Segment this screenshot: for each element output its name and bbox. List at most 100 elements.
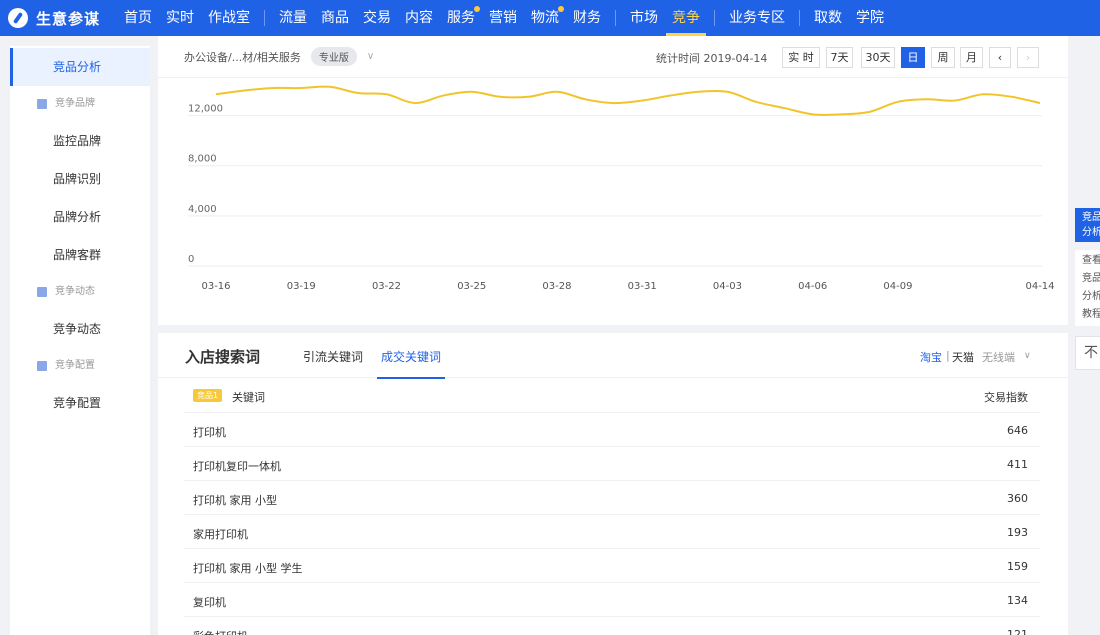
prev-arrow-icon[interactable]: ‹	[989, 47, 1011, 68]
y-axis: 0 4,000 8,000 12,000	[188, 104, 223, 265]
nav-divider	[714, 10, 715, 26]
keyword-text: 打印机复印一体机	[193, 460, 281, 473]
tab-deal-keywords[interactable]: 成交关键词	[376, 348, 446, 379]
building-icon	[37, 361, 47, 371]
trade-index-value: 411	[1007, 458, 1028, 471]
nav-divider	[264, 10, 265, 26]
nav-trade[interactable]: 交易	[363, 0, 391, 36]
trade-index-value: 121	[1007, 628, 1028, 635]
app-logo[interactable]: 生意参谋	[0, 8, 124, 29]
col-trade-index[interactable]: 交易指数	[984, 389, 1028, 405]
keywords-table-header: 竞品1 关键词 交易指数	[184, 379, 1040, 413]
trade-index-value: 360	[1007, 492, 1028, 505]
platform-taobao[interactable]: 淘宝	[920, 349, 942, 365]
sidebar-group-label: 竞争配置	[55, 360, 95, 371]
nav-service[interactable]: 服务	[447, 0, 480, 36]
nav-realtime[interactable]: 实时	[166, 0, 194, 36]
x-tick-label: 04-03	[713, 281, 742, 292]
nav-academy[interactable]: 学院	[856, 0, 884, 36]
nav-product[interactable]: 商品	[321, 0, 349, 36]
table-row[interactable]: 打印机复印一体机 411	[184, 447, 1040, 481]
time-btn-week[interactable]: 周	[931, 47, 955, 68]
keyword-text: 打印机	[193, 426, 226, 439]
notification-dot	[558, 6, 564, 12]
col-keyword: 关键词	[232, 391, 265, 404]
stat-time: 统计时间 2019-04-14	[656, 52, 768, 65]
next-arrow-icon[interactable]: ›	[1017, 47, 1039, 68]
keyword-text: 家用打印机	[193, 528, 248, 541]
trade-index-value: 159	[1007, 560, 1028, 573]
platform-divider: |	[946, 349, 950, 362]
side-tool-button[interactable]: 不	[1075, 336, 1100, 370]
time-btn-day[interactable]: 日	[901, 47, 925, 68]
sidebar-item-brand-identify[interactable]: 品牌识别	[10, 160, 150, 198]
nav-data-fetch[interactable]: 取数	[814, 0, 842, 36]
panel-head-line: 竞品	[1082, 212, 1100, 223]
sidebar-group-brand: 竞争品牌	[10, 86, 150, 122]
category-breadcrumb[interactable]: 办公设备/...材/相关服务	[184, 49, 301, 65]
sidebar-item-dynamics[interactable]: 竞争动态	[10, 310, 150, 348]
keyword-text: 彩色打印机	[193, 628, 248, 635]
x-tick-label: 03-19	[287, 281, 316, 292]
time-btn-month[interactable]: 月	[960, 47, 983, 68]
edition-badge[interactable]: 专业版	[310, 47, 357, 66]
panel-body-line: 竞品	[1082, 273, 1100, 284]
table-row[interactable]: 彩色打印机 121	[184, 617, 1040, 635]
nav-logistics[interactable]: 物流	[531, 0, 564, 36]
nav-marketing[interactable]: 营销	[489, 0, 517, 36]
y-tick-label: 8,000	[188, 154, 217, 165]
y-tick-label: 12,000	[188, 104, 223, 115]
series-line	[215, 85, 1041, 116]
nav-service-label: 服务	[447, 10, 475, 26]
x-tick-label: 03-16	[201, 281, 230, 292]
table-row[interactable]: 打印机 646	[184, 413, 1040, 447]
keyword-text: 复印机	[193, 596, 226, 609]
panel-body-line: 查看	[1082, 255, 1100, 266]
x-tick-label: 04-14	[1025, 281, 1054, 292]
trend-card-header: 办公设备/...材/相关服务 专业版 ∨ 统计时间 2019-04-14 实 时…	[158, 36, 1068, 78]
notification-dot	[474, 6, 480, 12]
nav-content[interactable]: 内容	[405, 0, 433, 36]
competitor-analysis-tab[interactable]: 竞品 分析	[1075, 208, 1100, 242]
time-btn-7d[interactable]: 7天	[826, 47, 853, 68]
sidebar-item-monitor-brand[interactable]: 监控品牌	[10, 122, 150, 160]
platform-device-select[interactable]: 无线端	[982, 349, 1015, 365]
nav-finance[interactable]: 财务	[573, 0, 601, 36]
chevron-down-icon[interactable]: ∨	[1024, 351, 1031, 361]
tutorial-link[interactable]: 查看 竞品 分析 教程	[1075, 250, 1100, 326]
sidebar: 竞品分析 竞争品牌 监控品牌 品牌识别 品牌分析 品牌客群 竞争动态 竞争动态 …	[10, 46, 150, 635]
time-btn-realtime[interactable]: 实 时	[782, 47, 820, 68]
sidebar-item-brand-customers[interactable]: 品牌客群	[10, 236, 150, 274]
keywords-card: 入店搜索词 引流关键词 成交关键词 淘宝 | 天猫 无线端 ∨ 竞品1 关键词 …	[158, 333, 1068, 635]
x-axis: 03-16 03-19 03-22 03-25 03-28 03-31 04-03 04-06…	[201, 281, 1054, 292]
sidebar-item-brand-analysis[interactable]: 品牌分析	[10, 198, 150, 236]
table-row[interactable]: 复印机 134	[184, 583, 1040, 617]
table-row[interactable]: 打印机 家用 小型 学生 159	[184, 549, 1040, 583]
keyword-text: 打印机 家用 小型 学生	[193, 562, 303, 575]
sidebar-item-competitor-analysis[interactable]: 竞品分析	[10, 48, 150, 86]
nav-logistics-label: 物流	[531, 10, 559, 26]
nav-business-zone[interactable]: 业务专区	[729, 0, 785, 36]
app-title: 生意参谋	[36, 9, 101, 28]
chevron-down-icon[interactable]: ∨	[367, 51, 374, 62]
trend-chart: 04,0008,00012,000 03-16 03-19 03-22 03-25 03…	[188, 85, 1055, 292]
nav-home[interactable]: 首页	[124, 0, 152, 36]
trend-card: 办公设备/...材/相关服务 专业版 ∨ 统计时间 2019-04-14 实 时…	[158, 36, 1068, 325]
platform-tmall[interactable]: 天猫	[952, 349, 974, 365]
nav-war-room[interactable]: 作战室	[208, 0, 250, 36]
nav-divider	[615, 10, 616, 26]
keywords-card-header: 入店搜索词 引流关键词 成交关键词 淘宝 | 天猫 无线端 ∨	[158, 333, 1068, 379]
table-row[interactable]: 家用打印机 193	[184, 515, 1040, 549]
nav-market[interactable]: 市场	[630, 0, 658, 36]
nav-competition[interactable]: 竞争	[666, 0, 706, 36]
tab-traffic-keywords[interactable]: 引流关键词	[303, 348, 363, 365]
nav-traffic[interactable]: 流量	[279, 0, 307, 36]
compass-icon	[8, 8, 28, 28]
keyword-text: 打印机 家用 小型	[193, 494, 277, 507]
sidebar-group-config: 竞争配置	[10, 348, 150, 384]
table-row[interactable]: 打印机 家用 小型 360	[184, 481, 1040, 515]
sidebar-item-config[interactable]: 竞争配置	[10, 384, 150, 422]
time-btn-30d[interactable]: 30天	[861, 47, 895, 68]
trade-index-value: 134	[1007, 594, 1028, 607]
nav-divider	[799, 10, 800, 26]
